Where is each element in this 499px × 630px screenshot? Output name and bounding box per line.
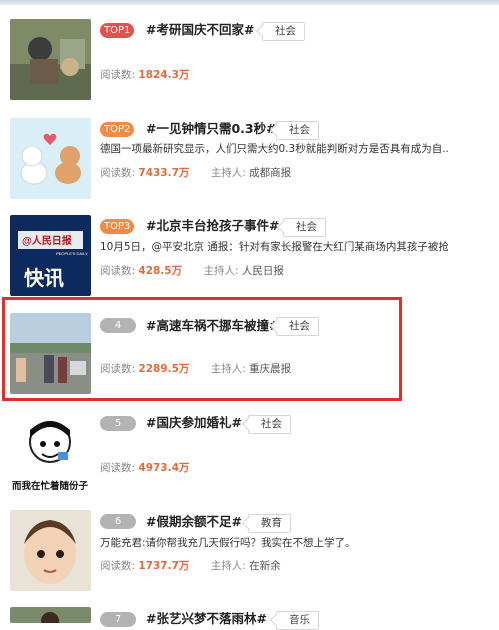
- topic-title[interactable]: #假期余额不足#: [146, 514, 242, 530]
- item-thumbnail[interactable]: @人民日报 PEOPLE'S DAILY 快讯: [10, 215, 91, 296]
- item-meta: 阅读数: 4973.4万: [100, 461, 189, 475]
- meme-caption: 而我在忙着随份子: [12, 481, 89, 492]
- rank-badge: 5: [100, 416, 136, 431]
- topic-title[interactable]: #一见钟情只需0.3秒#: [146, 121, 277, 137]
- top-bar: [0, 0, 499, 5]
- item-thumbnail[interactable]: [10, 19, 91, 100]
- category-tag[interactable]: 社会: [262, 22, 305, 41]
- read-label: 阅读数:: [100, 69, 136, 81]
- read-count: 7433.7万: [138, 167, 190, 179]
- host-name[interactable]: 成都商报: [249, 167, 291, 179]
- item-meta: 阅读数: 428.5万 主持人: 人民日报: [100, 264, 284, 278]
- item-meta: 阅读数: 1824.3万: [100, 68, 189, 82]
- read-count: 1824.3万: [138, 69, 190, 81]
- read-label: 阅读数:: [100, 560, 136, 572]
- item-thumbnail[interactable]: [10, 118, 91, 199]
- rank-badge: 6: [100, 514, 136, 529]
- news-logo-sub: PEOPLE'S DAILY: [56, 251, 88, 256]
- category-tag[interactable]: 社会: [276, 121, 319, 140]
- read-label: 阅读数:: [100, 167, 136, 179]
- read-count: 428.5万: [138, 265, 183, 277]
- read-label: 阅读数:: [100, 462, 136, 474]
- category-tag[interactable]: 社会: [283, 218, 326, 237]
- host-name[interactable]: 人民日报: [242, 265, 284, 277]
- topic-title[interactable]: #张艺兴梦不落雨林#: [146, 611, 267, 627]
- rank-badge: TOP1: [100, 23, 135, 38]
- rank-badge: 7: [100, 612, 136, 627]
- news-logo-text: @人民日报: [22, 234, 72, 247]
- read-count: 4973.4万: [138, 462, 190, 474]
- topic-title[interactable]: #北京丰台抢孩子事件#: [146, 218, 279, 234]
- highlight-box: [2, 297, 402, 401]
- read-label: 阅读数:: [100, 265, 136, 277]
- rank-badge: TOP2: [100, 122, 135, 137]
- topic-title[interactable]: #国庆参加婚礼#: [146, 415, 242, 431]
- item-description: 德国一项最新研究显示，人们只需大约0.3秒就能判断对方是否具有成为自...: [100, 143, 448, 155]
- item-meta: 阅读数: 7433.7万 主持人: 成都商报: [100, 166, 291, 180]
- host-label: 主持人:: [210, 167, 246, 179]
- host-label: 主持人:: [210, 560, 246, 572]
- item-description: 10月5日，@平安北京 通报：针对有家长报警在大红门某商场内其孩子被抢...: [100, 241, 448, 253]
- read-count: 1737.7万: [138, 560, 190, 572]
- item-thumbnail[interactable]: [10, 510, 91, 591]
- item-thumbnail[interactable]: [10, 607, 91, 623]
- rank-badge: TOP3: [100, 219, 135, 234]
- category-tag[interactable]: 音乐: [276, 611, 319, 630]
- item-description: 万能充君:请你帮我充几天假行吗？我实在不想上学了。: [100, 537, 356, 549]
- topic-title[interactable]: #考研国庆不回家#: [146, 22, 254, 38]
- item-meta: 阅读数: 1737.7万 主持人: 在新余: [100, 559, 281, 573]
- category-tag[interactable]: 教育: [248, 514, 291, 533]
- news-flash-text: 快讯: [24, 266, 64, 290]
- host-name[interactable]: 在新余: [249, 560, 281, 572]
- category-tag[interactable]: 社会: [248, 415, 291, 434]
- host-label: 主持人:: [203, 265, 239, 277]
